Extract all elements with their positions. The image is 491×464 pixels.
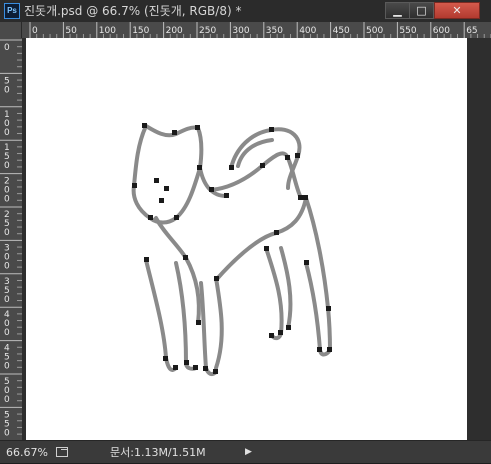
ruler-label: 0 <box>4 228 10 238</box>
status-menu-arrow-icon[interactable]: ▶ <box>245 441 252 464</box>
vertical-ruler[interactable]: 050100150200250300350400450500550 <box>0 38 22 440</box>
ruler-label: 65 <box>466 26 477 36</box>
document-canvas[interactable] <box>26 38 467 440</box>
ruler-label: 0 <box>4 128 10 138</box>
title-bar: Ps 진돗개.psd @ 66.7% (진돗개, RGB/8) * ▁ □ ✕ <box>0 0 491 22</box>
horizontal-ruler[interactable]: 0 50 100 150 200 250 300 350 400 450 500 550 600 65 <box>22 22 491 38</box>
ruler-label: 0 <box>4 295 10 305</box>
zoom-level[interactable]: 66.67% <box>6 441 48 464</box>
ruler-label: 300 <box>232 26 249 36</box>
ruler-label: 250 <box>199 26 216 36</box>
ruler-label: 200 <box>166 26 183 36</box>
ruler-label: 400 <box>299 26 316 36</box>
ruler-label: 0 <box>4 43 10 53</box>
ruler-label: 550 <box>399 26 416 36</box>
document-workspace <box>22 38 491 440</box>
ruler-label: 0 <box>4 428 10 438</box>
ruler-label: 150 <box>132 26 149 36</box>
minimize-button[interactable]: ▁ <box>385 2 410 19</box>
ruler-label: 0 <box>4 328 10 338</box>
document-title: 진돗개.psd @ 66.7% (진돗개, RGB/8) * <box>24 4 242 18</box>
ruler-label: 100 <box>99 26 116 36</box>
ruler-label: 0 <box>4 85 10 95</box>
ruler-label: 0 <box>4 362 10 372</box>
ruler-label: 0 <box>4 195 10 205</box>
ruler-label: 0 <box>4 161 10 171</box>
ruler-label: 450 <box>333 26 350 36</box>
dog-path-outline <box>131 123 332 377</box>
document-size-info: 문서:1.13M/1.51M <box>110 446 206 459</box>
status-bar: 66.67% 문서:1.13M/1.51M ▶ <box>0 440 491 463</box>
maximize-button[interactable]: □ <box>409 2 434 19</box>
photoshop-icon: Ps <box>4 3 20 19</box>
ruler-corner[interactable] <box>0 22 22 38</box>
export-icon[interactable] <box>56 447 68 457</box>
ruler-label: 50 <box>65 26 77 36</box>
ruler-label: 600 <box>433 26 450 36</box>
ruler-label: 500 <box>366 26 383 36</box>
close-button[interactable]: ✕ <box>434 2 480 19</box>
ruler-label: 0 <box>4 395 10 405</box>
ruler-label: 0 <box>4 261 10 271</box>
ruler-label: 350 <box>266 26 283 36</box>
